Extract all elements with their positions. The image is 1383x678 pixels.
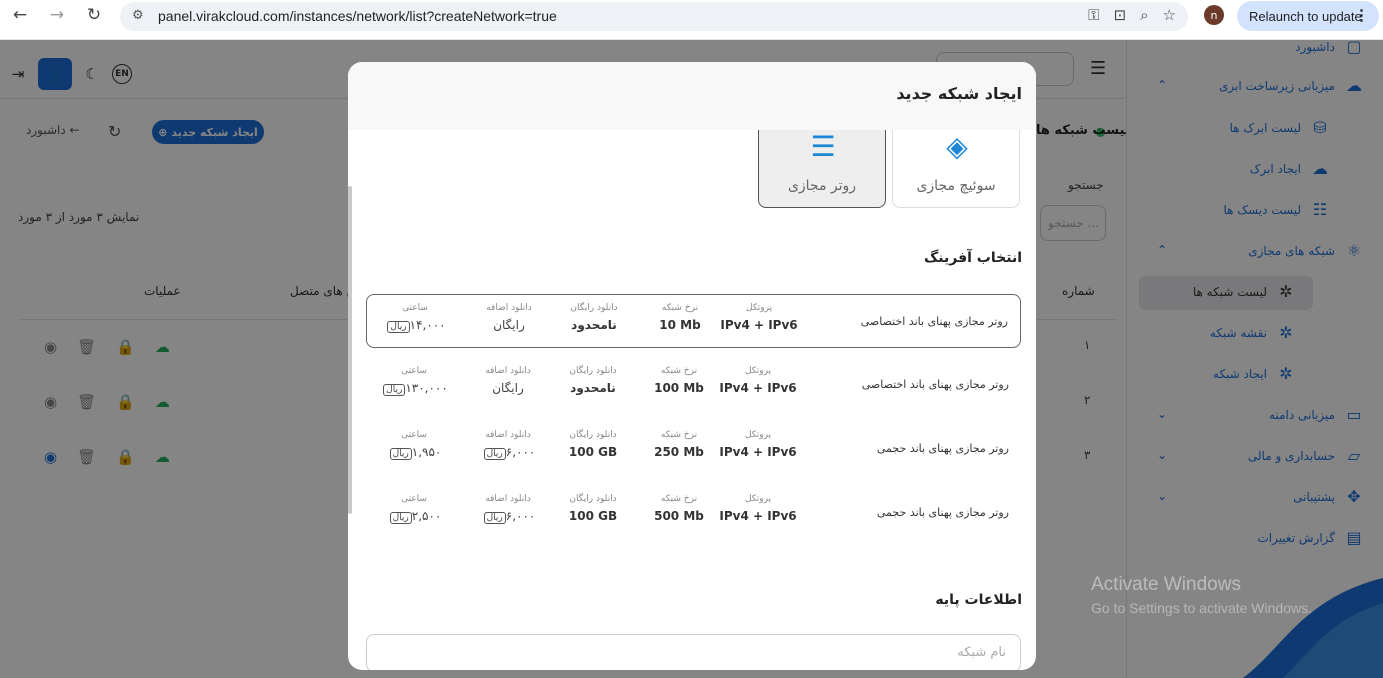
rial-currency-icon: ریال — [483, 512, 506, 524]
layers-icon: ◈ — [946, 130, 968, 163]
offering-option[interactable]: روتر مجازی پهنای باند حجمی پروتکل IPv4 + … — [366, 422, 1021, 476]
protocol-label: پروتکل — [744, 430, 772, 440]
stacked-layers-icon: ☰ — [810, 130, 836, 163]
rate-label: نرخ شبکه — [660, 494, 698, 504]
rate-value: 500 Mb — [654, 509, 704, 523]
hourly-label: ساعتی — [401, 366, 427, 376]
profile-avatar[interactable]: n — [1204, 5, 1224, 25]
offering-option[interactable]: روتر مجازی پهنای باند اختصاصی پروتکل IPv4… — [366, 294, 1021, 348]
more-menu-icon[interactable]: ⋮ — [1354, 6, 1369, 24]
protocol-value: IPv4 + IPv6 — [719, 509, 797, 523]
rial-currency-icon: ریال — [383, 384, 406, 396]
protocol-label: پروتکل — [744, 494, 772, 504]
rate-value: 250 Mb — [654, 445, 704, 459]
address-bar[interactable]: ⚙ panel.virakcloud.com/instances/network… — [120, 2, 1188, 31]
free-download-value: 100 GB — [568, 509, 618, 523]
free-download-label: دانلود رایگان — [569, 494, 617, 504]
install-app-icon[interactable]: ⊡ — [1114, 6, 1127, 24]
extra-download-value: ۶,۰۰۰ — [505, 445, 536, 459]
hourly-value: ۲,۵۰۰ — [411, 509, 442, 523]
offering-section-title: انتخاب آفرینگ — [923, 250, 1022, 266]
rial-currency-icon: ریال — [483, 448, 506, 460]
extra-download-value: رایگان — [493, 318, 525, 332]
rate-label: نرخ شبکه — [660, 430, 698, 440]
type-card-virtual-router[interactable]: ☰ روتر مجازی — [758, 128, 886, 208]
bookmark-star-icon[interactable]: ☆ — [1163, 6, 1176, 24]
extra-download-value: رایگان — [492, 381, 524, 395]
rial-currency-icon: ریال — [389, 512, 412, 524]
protocol-label: پروتکل — [745, 303, 773, 313]
relaunch-button[interactable]: Relaunch to update ⋮ — [1237, 1, 1379, 31]
rial-currency-icon: ریال — [389, 448, 412, 460]
password-key-icon[interactable]: ⚿ — [1088, 6, 1099, 24]
rate-label: نرخ شبکه — [661, 303, 699, 313]
rate-value: 100 Mb — [654, 381, 704, 395]
hourly-value: ۱۴,۰۰۰ — [409, 318, 446, 332]
offering-name: روتر مجازی پهنای باند اختصاصی — [861, 378, 1009, 391]
type-card-label: سوئیچ مجازی — [916, 178, 996, 194]
free-download-label: دانلود رایگان — [569, 366, 617, 376]
network-name-input[interactable]: نام شبکه — [366, 634, 1021, 670]
offering-option[interactable]: روتر مجازی پهنای باند اختصاصی پروتکل IPv4… — [366, 358, 1021, 412]
offering-name: روتر مجازی پهنای باند حجمی — [876, 442, 1009, 455]
free-download-value: 100 GB — [568, 445, 618, 459]
free-download-label: دانلود رایگان — [569, 430, 617, 440]
free-download-value: نامحدود — [571, 318, 617, 332]
offering-name: روتر مجازی پهنای باند اختصاصی — [860, 315, 1008, 328]
free-download-label: دانلود رایگان — [570, 303, 618, 313]
rate-label: نرخ شبکه — [660, 366, 698, 376]
extra-download-label: دانلود اضافه — [485, 494, 531, 504]
type-card-virtual-switch[interactable]: ◈ سوئیچ مجازی — [892, 128, 1020, 208]
create-network-modal: ◈ سوئیچ مجازی ☰ روتر مجازی ایجاد شبکه جد… — [348, 62, 1036, 670]
site-settings-icon[interactable]: ⚙ — [132, 8, 144, 23]
rial-currency-icon: ریال — [387, 321, 410, 333]
hourly-label: ساعتی — [401, 430, 427, 440]
protocol-label: پروتکل — [744, 366, 772, 376]
type-card-label: روتر مجازی — [787, 178, 857, 194]
back-arrow-icon[interactable]: ← — [8, 3, 32, 27]
windows-watermark-subtitle: Go to Settings to activate Windows. — [1091, 600, 1312, 616]
hourly-label: ساعتی — [401, 494, 427, 504]
free-download-value: نامحدود — [570, 381, 616, 395]
zoom-icon[interactable]: ⌕ — [1140, 6, 1148, 24]
reload-icon[interactable]: ↻ — [82, 3, 106, 27]
extra-download-label: دانلود اضافه — [486, 303, 532, 313]
extra-download-label: دانلود اضافه — [485, 430, 531, 440]
browser-toolbar: ← → ↻ ⚙ panel.virakcloud.com/instances/n… — [0, 0, 1383, 40]
extra-download-label: دانلود اضافه — [485, 366, 531, 376]
offering-name: روتر مجازی پهنای باند حجمی — [876, 506, 1009, 519]
protocol-value: IPv4 + IPv6 — [719, 381, 797, 395]
protocol-value: IPv4 + IPv6 — [719, 445, 797, 459]
protocol-value: IPv4 + IPv6 — [720, 318, 798, 332]
hourly-value: ۱۳۰,۰۰۰ — [405, 381, 448, 395]
modal-header: ایجاد شبکه جدید — [348, 62, 1036, 130]
basic-info-section-title: اطلاعات پایه — [935, 592, 1022, 608]
url-text[interactable]: panel.virakcloud.com/instances/network/l… — [158, 8, 557, 24]
modal-scrollbar[interactable] — [348, 186, 352, 514]
forward-arrow-icon[interactable]: → — [45, 3, 69, 27]
relaunch-label: Relaunch to update — [1249, 8, 1362, 24]
rate-value: 10 Mb — [659, 318, 701, 332]
hourly-value: ۱,۹۵۰ — [411, 445, 442, 459]
modal-title: ایجاد شبکه جدید — [896, 84, 1022, 103]
windows-watermark-title: Activate Windows — [1091, 574, 1241, 595]
offering-option[interactable]: روتر مجازی پهنای باند حجمی پروتکل IPv4 + … — [366, 486, 1021, 540]
extra-download-value: ۶,۰۰۰ — [505, 509, 536, 523]
hourly-label: ساعتی — [402, 303, 428, 313]
